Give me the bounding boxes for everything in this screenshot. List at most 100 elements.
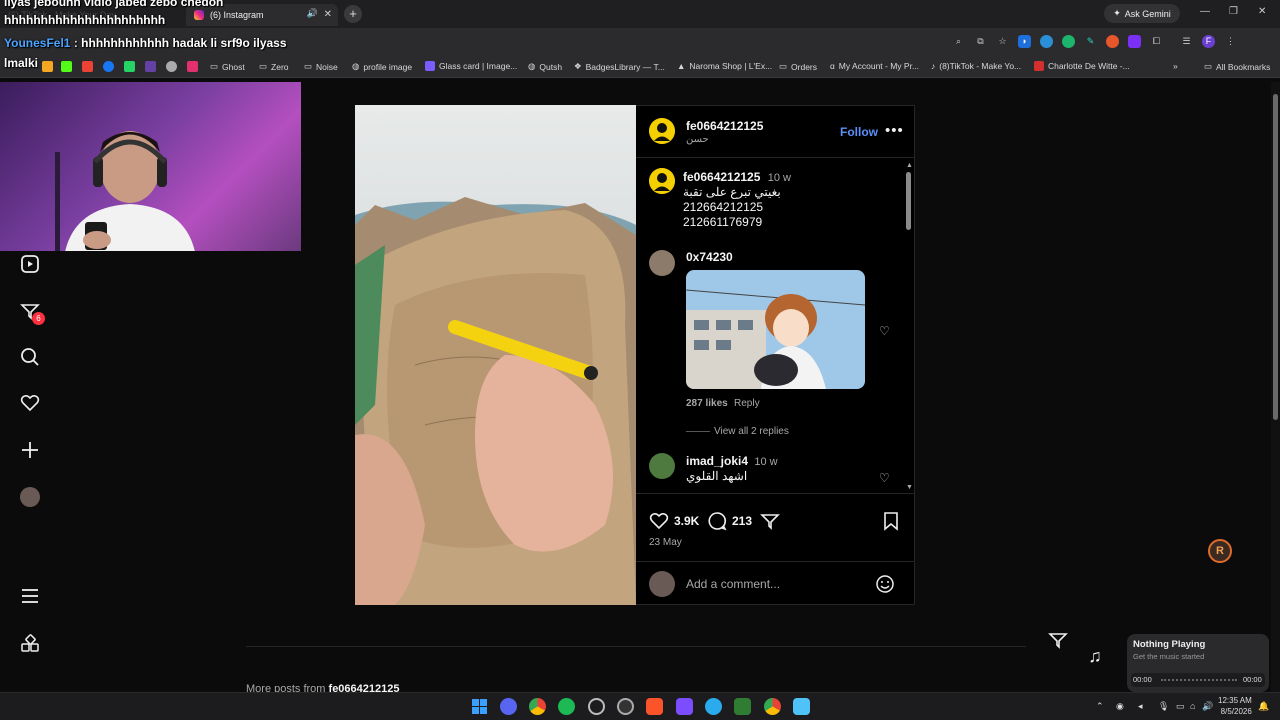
view-replies-button[interactable]: View all 2 replies [714, 426, 789, 437]
follow-button[interactable]: Follow [840, 125, 878, 139]
caption-username[interactable]: fe0664212125 [683, 170, 760, 184]
tray-chevron-icon[interactable]: ⌃ [1096, 701, 1104, 712]
screenshot-icon[interactable]: ⧉ [974, 35, 987, 48]
extensions-puzzle-icon[interactable]: ⧠ [1150, 35, 1163, 48]
minimize-icon[interactable]: — [1200, 6, 1210, 17]
instagram-icon[interactable] [187, 61, 198, 72]
clock[interactable]: 12:35 AM 8/5/2026 [1218, 695, 1252, 717]
chrome-icon[interactable] [529, 698, 546, 715]
bookmark-item[interactable]: ▭ Zero [259, 61, 289, 72]
scroll-down-icon[interactable]: ▼ [906, 484, 913, 491]
search-icon[interactable] [19, 347, 41, 369]
extension-icon[interactable]: ✎ [1084, 35, 1097, 48]
bookmark-item[interactable]: ▭ Noise [304, 61, 338, 72]
network-icon[interactable]: ⌂ [1190, 701, 1195, 711]
like-heart-icon[interactable] [649, 511, 669, 536]
windows-start-icon[interactable] [471, 698, 488, 715]
reels-icon[interactable] [19, 254, 41, 276]
page-scroll-thumb[interactable] [1273, 94, 1278, 420]
github-icon[interactable] [166, 61, 177, 72]
messages-float-icon[interactable] [1048, 630, 1068, 655]
bookmark-favicon-icon[interactable] [42, 61, 53, 72]
save-bookmark-icon[interactable] [882, 511, 900, 536]
music-widget[interactable]: Nothing Playing Get the music started 00… [1127, 634, 1269, 692]
zoom-icon[interactable]: ⌕ [952, 35, 965, 48]
kick-icon[interactable] [61, 61, 72, 72]
reply-button[interactable]: Reply [734, 398, 760, 409]
notifications-heart-icon[interactable] [19, 393, 41, 415]
like-comment-heart-icon[interactable]: ♡ [879, 324, 890, 338]
bookmark-item[interactable]: ɑ My Account - My Pr... [830, 61, 919, 71]
bookmark-item[interactable]: ♪ (8)TikTok - Make Yo... [931, 61, 1021, 71]
close-tab-icon[interactable]: ✕ [324, 9, 332, 20]
chrome-profile-icon[interactable] [764, 698, 781, 715]
restore-icon[interactable]: ❐ [1229, 6, 1238, 17]
bookmark-item[interactable]: Glass card | Image... [425, 61, 517, 71]
author-avatar[interactable] [649, 118, 675, 144]
ask-gemini-button[interactable]: ✦ Ask Gemini [1104, 4, 1180, 23]
bookmark-item[interactable]: ▭ Orders [779, 61, 817, 72]
reading-list-icon[interactable]: ☰ [1180, 35, 1193, 48]
twitch-icon[interactable] [145, 61, 156, 72]
menu-kebab-icon[interactable]: ⋮ [1224, 35, 1237, 48]
new-tab-button[interactable]: + [344, 5, 362, 23]
comments-list[interactable]: fe0664212125 10 w بغيتي تبرع على تقبة 21… [636, 158, 915, 493]
bookmark-item[interactable]: ◍ profile image [352, 61, 412, 72]
emoji-icon[interactable] [875, 574, 895, 599]
floating-r-button[interactable]: R [1208, 539, 1232, 563]
app-green-icon[interactable] [734, 698, 751, 715]
extension-icon[interactable] [1106, 35, 1119, 48]
gmail-icon[interactable] [82, 61, 93, 72]
bookmark-item[interactable]: ◍ Qutsh [528, 61, 562, 72]
bookmark-item[interactable]: Charlotte De Witte -... [1034, 61, 1130, 71]
all-bookmarks[interactable]: ▭ All Bookmarks [1204, 61, 1270, 72]
comments-scroll-thumb[interactable] [906, 172, 911, 230]
like-comment-heart-icon[interactable]: ♡ [879, 471, 890, 485]
comment-avatar[interactable] [649, 453, 675, 479]
bookmark-item[interactable]: ▲ Naroma Shop | L'Ex... [677, 61, 772, 71]
post-video[interactable] [355, 105, 636, 605]
page-scrollbar[interactable] [1271, 82, 1280, 692]
facebook-icon[interactable] [103, 61, 114, 72]
extension-icon[interactable] [1040, 35, 1053, 48]
tray-app-icon[interactable]: ◂ [1138, 701, 1143, 712]
obs-icon[interactable] [588, 698, 605, 715]
bookmark-item[interactable]: ▭ Ghost [210, 61, 245, 72]
author-username[interactable]: fe0664212125 [686, 119, 763, 133]
speaker-icon[interactable]: 🔊 [307, 8, 318, 19]
profile-avatar[interactable] [20, 487, 40, 507]
extension-icon[interactable] [1128, 35, 1141, 48]
more-options-icon[interactable]: ••• [885, 122, 904, 139]
scroll-up-icon[interactable]: ▲ [906, 162, 913, 169]
profile-avatar-icon[interactable]: F [1202, 35, 1215, 48]
apps-grid-icon[interactable] [19, 634, 41, 656]
share-icon[interactable] [760, 511, 780, 536]
comment-username[interactable]: 0x74230 [686, 250, 733, 264]
close-window-icon[interactable]: ✕ [1258, 6, 1266, 17]
tray-app-icon[interactable]: ◉ [1116, 701, 1124, 712]
bookmarks-overflow-icon[interactable]: » [1173, 61, 1178, 71]
comment-avatar[interactable] [649, 250, 675, 276]
volume-icon[interactable]: 🔊 [1202, 701, 1213, 712]
display-icon[interactable]: ▭ [1176, 701, 1185, 712]
add-comment-input[interactable]: Add a comment... [686, 577, 780, 591]
comment-bubble-icon[interactable] [707, 511, 727, 536]
app-blue-icon[interactable] [793, 698, 810, 715]
telegram-icon[interactable] [705, 698, 722, 715]
whatsapp-icon[interactable] [124, 61, 135, 72]
notification-icon[interactable]: 🔔 [1258, 701, 1269, 712]
spotify-icon[interactable] [558, 698, 575, 715]
app-icon[interactable] [617, 698, 634, 715]
bookmark-star-icon[interactable]: ☆ [996, 35, 1009, 48]
brave-icon[interactable] [646, 698, 663, 715]
comment-username[interactable]: imad_joki4 [686, 454, 748, 468]
extension-icon[interactable]: ◗ [1018, 35, 1031, 48]
bookmark-item[interactable]: ❖ BadgesLibrary — T... [574, 61, 665, 72]
caption-avatar[interactable] [649, 168, 675, 194]
app-purple-icon[interactable] [676, 698, 693, 715]
discord-icon[interactable] [500, 698, 517, 715]
hamburger-menu-icon[interactable] [19, 586, 41, 608]
extension-icon[interactable] [1062, 35, 1075, 48]
create-plus-icon[interactable] [19, 440, 41, 462]
like-count[interactable]: 3.9K [674, 514, 699, 528]
